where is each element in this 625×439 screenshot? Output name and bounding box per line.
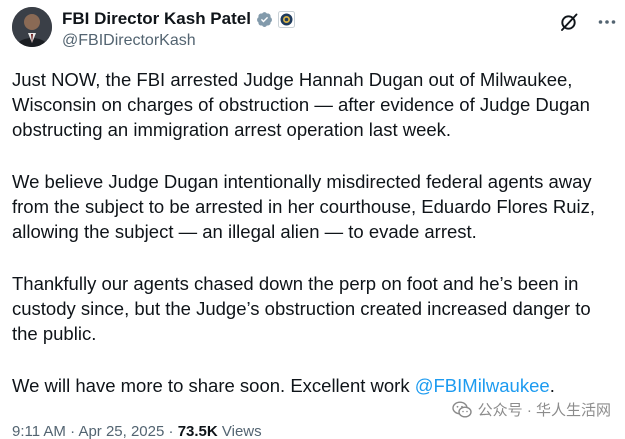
tweet-date[interactable]: Apr 25, 2025	[78, 423, 164, 439]
author-info: FBI Director Kash Patel @FBIDirectorKash	[62, 9, 295, 50]
grok-icon[interactable]	[559, 12, 579, 32]
tweet-paragraph-4-text: We will have more to share soon. Excelle…	[12, 375, 415, 396]
tweet-paragraph-2: We believe Judge Dugan intentionally mis…	[12, 171, 596, 242]
tweet-paragraph-4-end: .	[549, 375, 555, 396]
header-actions	[559, 12, 617, 32]
author-handle[interactable]: @FBIDirectorKash	[62, 32, 295, 50]
wechat-icon	[451, 400, 472, 419]
more-icon[interactable]	[597, 12, 617, 32]
views-label: Views	[217, 423, 262, 439]
name-row: FBI Director Kash Patel	[62, 9, 295, 29]
avatar[interactable]	[12, 7, 52, 47]
watermark-text: 公众号 · 华人生活网	[477, 402, 611, 419]
tweet-card: FBI Director Kash Patel @FBIDirectorKash…	[0, 0, 625, 439]
meta-separator: ·	[65, 423, 79, 439]
watermark: 公众号 · 华人生活网	[451, 399, 611, 420]
tweet-paragraph-3: Thankfully our agents chased down the pe…	[12, 273, 591, 344]
mention-link[interactable]: @FBIMilwaukee	[415, 375, 550, 396]
display-name[interactable]: FBI Director Kash Patel	[62, 9, 251, 29]
views-count: 73.5K	[177, 423, 218, 439]
tweet-paragraph-1: Just NOW, the FBI arrested Judge Hannah …	[12, 69, 590, 140]
verified-badge-icon	[256, 11, 273, 28]
tweet-text: Just NOW, the FBI arrested Judge Hannah …	[12, 67, 617, 425]
government-badge-icon	[277, 10, 295, 28]
meta-separator: ·	[164, 423, 178, 439]
tweet-paragraph-4: We will have more to share soon. Excelle…	[12, 373, 617, 398]
tweet-time[interactable]: 9:11 AM	[12, 423, 66, 439]
avatar-image	[12, 7, 52, 47]
tweet-header: FBI Director Kash Patel @FBIDirectorKash	[12, 6, 617, 58]
tweet-meta: 9:11 AM · Apr 25, 2025 · 73.5K Views	[12, 423, 262, 439]
